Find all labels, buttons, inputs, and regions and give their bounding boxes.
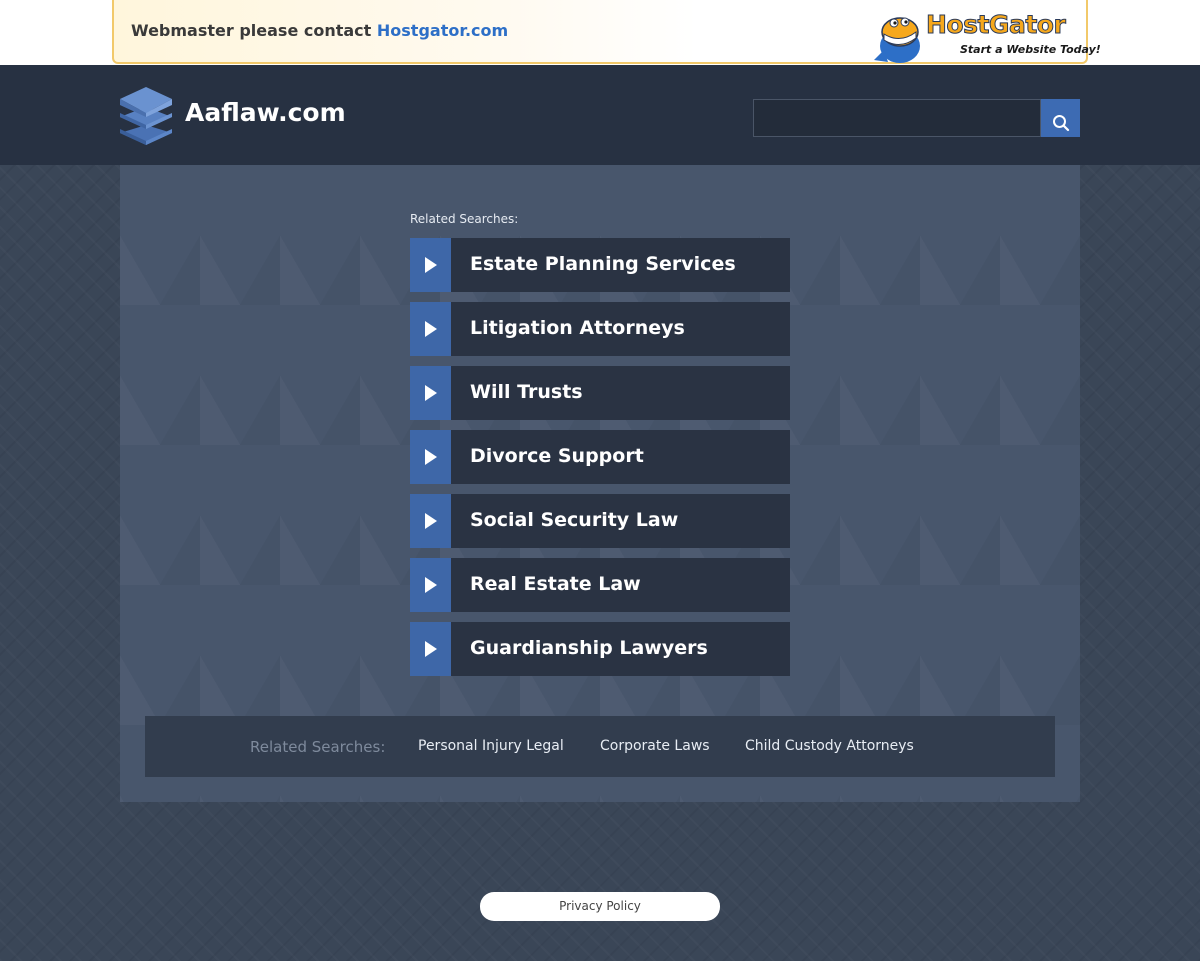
related-search-link[interactable]: Guardianship Lawyers xyxy=(410,622,790,676)
arrow-box xyxy=(410,302,451,356)
site-name: Aaflaw.com xyxy=(185,98,346,127)
play-arrow-icon xyxy=(425,577,437,593)
hostgator-tagline: Start a Website Today! xyxy=(960,43,1101,56)
related-search-link[interactable]: Social Security Law xyxy=(410,494,790,548)
play-arrow-icon xyxy=(425,513,437,529)
bottom-related-title: Related Searches: xyxy=(250,738,386,756)
hostgator-title: HostGator xyxy=(925,10,1066,40)
bottom-related-link[interactable]: Child Custody Attorneys xyxy=(745,738,914,754)
stacked-layers-icon xyxy=(120,87,172,145)
related-search-label: Estate Planning Services xyxy=(470,253,736,275)
play-arrow-icon xyxy=(425,641,437,657)
related-search-label: Divorce Support xyxy=(470,445,644,467)
banner-link[interactable]: Hostgator.com xyxy=(377,21,508,40)
gator-mascot-icon xyxy=(874,17,920,63)
search-icon xyxy=(1052,115,1069,132)
banner-text: Webmaster please contact xyxy=(131,21,372,40)
related-search-link[interactable]: Real Estate Law xyxy=(410,558,790,612)
site-header: Aaflaw.com xyxy=(0,65,1200,165)
hostgator-ad[interactable]: HostGator Start a Website Today! xyxy=(866,8,1101,64)
related-search-link[interactable]: Litigation Attorneys xyxy=(410,302,790,356)
top-banner-strip: Webmaster please contact Hostgator.com H… xyxy=(0,0,1200,65)
bottom-related-bar: Related Searches: Personal Injury Legal … xyxy=(145,716,1055,777)
arrow-box xyxy=(410,558,451,612)
related-search-label: Litigation Attorneys xyxy=(470,317,685,339)
related-search-label: Will Trusts xyxy=(470,381,583,403)
related-search-label: Real Estate Law xyxy=(470,573,641,595)
content-panel: Related Searches: Estate Planning Servic… xyxy=(120,165,1080,802)
related-search-link[interactable]: Will Trusts xyxy=(410,366,790,420)
arrow-box xyxy=(410,238,451,292)
banner-message: Webmaster please contact Hostgator.com xyxy=(131,21,508,40)
bottom-related-link[interactable]: Personal Injury Legal xyxy=(418,738,564,754)
privacy-policy-link[interactable]: Privacy Policy xyxy=(480,892,720,921)
arrow-box xyxy=(410,622,451,676)
hosting-banner: Webmaster please contact Hostgator.com H… xyxy=(112,0,1101,64)
related-searches-list: Estate Planning Services Litigation Atto… xyxy=(410,238,790,686)
arrow-box xyxy=(410,366,451,420)
bottom-related-link[interactable]: Corporate Laws xyxy=(600,738,710,754)
related-search-label: Guardianship Lawyers xyxy=(470,637,708,659)
play-arrow-icon xyxy=(425,257,437,273)
play-arrow-icon xyxy=(425,321,437,337)
arrow-box xyxy=(410,494,451,548)
arrow-box xyxy=(410,430,451,484)
related-search-label: Social Security Law xyxy=(470,509,679,531)
search-button[interactable] xyxy=(1041,99,1080,137)
related-search-link[interactable]: Divorce Support xyxy=(410,430,790,484)
play-arrow-icon xyxy=(425,385,437,401)
search-input[interactable] xyxy=(753,99,1041,137)
related-search-link[interactable]: Estate Planning Services xyxy=(410,238,790,292)
related-searches-title: Related Searches: xyxy=(410,212,519,226)
play-arrow-icon xyxy=(425,449,437,465)
